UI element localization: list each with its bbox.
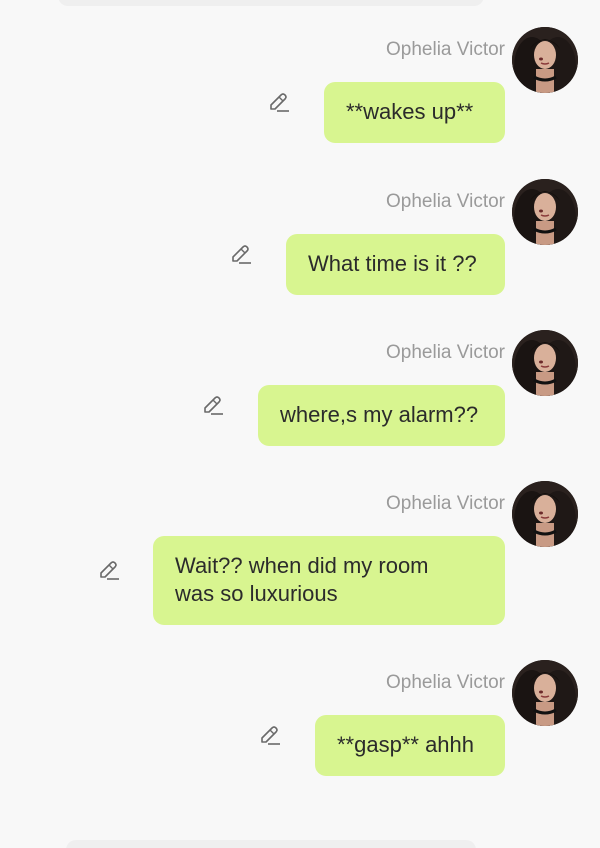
sender-name: Ophelia Victor [386,672,505,693]
message-bubble[interactable]: What time is it ?? [286,234,505,295]
next-message-edge [66,840,476,848]
message-bubble[interactable]: **wakes up** [324,82,505,143]
sender-name: Ophelia Victor [386,342,505,363]
avatar-portrait [512,27,578,93]
sender-name: Ophelia Victor [386,191,505,212]
avatar-portrait [512,179,578,245]
avatar-portrait [512,330,578,396]
avatar-portrait [512,660,578,726]
sender-name: Ophelia Victor [386,39,505,60]
avatar[interactable] [512,660,578,726]
pencil-icon[interactable] [257,724,283,748]
avatar[interactable] [512,330,578,396]
message-bubble[interactable]: where,s my alarm?? [258,385,505,446]
pencil-icon[interactable] [266,91,292,115]
message-bubble[interactable]: Wait?? when did my room was so luxurious [153,536,505,625]
chat-screen: Ophelia Victor **wakes up** Ophelia Vict… [0,0,600,848]
pencil-icon[interactable] [200,394,226,418]
sender-name: Ophelia Victor [386,493,505,514]
previous-message-edge [58,0,484,6]
pencil-icon[interactable] [228,243,254,267]
avatar[interactable] [512,179,578,245]
avatar-portrait [512,481,578,547]
avatar[interactable] [512,481,578,547]
pencil-icon[interactable] [96,559,122,583]
message-bubble[interactable]: **gasp** ahhh [315,715,505,776]
avatar[interactable] [512,27,578,93]
